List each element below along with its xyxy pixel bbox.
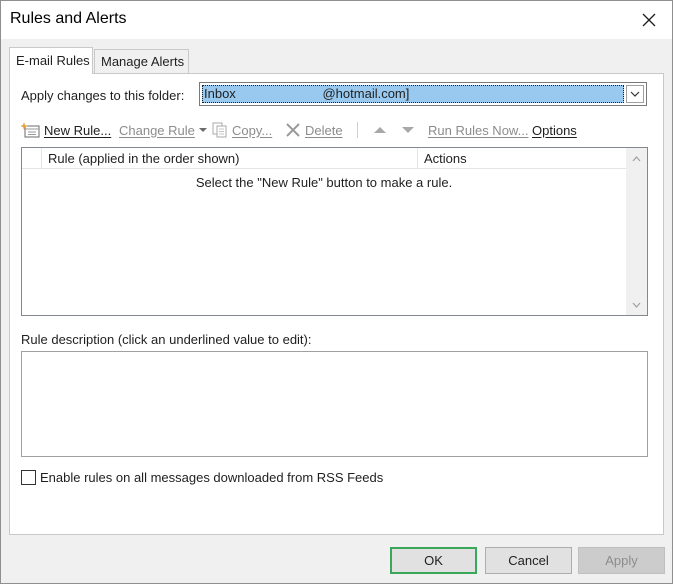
folder-dropdown-button[interactable] (626, 85, 644, 103)
change-rule-label: Change Rule (119, 122, 195, 138)
window-title: Rules and Alerts (10, 10, 127, 27)
run-rules-now-label: Run Rules Now... (428, 122, 529, 138)
rules-list-header: Rule (applied in the order shown) Action… (22, 148, 626, 169)
copy-icon (212, 122, 227, 138)
chevron-down-icon (630, 91, 640, 97)
delete-button[interactable]: Delete (284, 118, 343, 142)
options-label: Options (532, 122, 577, 138)
folder-label: Apply changes to this folder: (21, 88, 185, 103)
arrow-down-icon (402, 127, 414, 133)
rss-checkbox[interactable] (21, 469, 36, 485)
column-header-rule[interactable]: Rule (applied in the order shown) (41, 148, 418, 169)
run-rules-now-button[interactable]: Run Rules Now... (428, 118, 528, 142)
folder-select[interactable]: Inbox @hotmail.com] (199, 82, 647, 106)
close-button[interactable] (626, 1, 672, 39)
column-header-actions[interactable]: Actions (418, 148, 626, 169)
new-rule-icon (21, 122, 40, 138)
email-rules-panel: Apply changes to this folder: Inbox @hot… (9, 73, 664, 535)
move-down-button[interactable] (401, 118, 418, 142)
copy-button[interactable]: Copy... (211, 118, 272, 142)
scroll-up-button[interactable] (626, 148, 647, 169)
rules-toolbar: New Rule... Change Rule Copy... Delete R… (21, 118, 656, 142)
ok-button[interactable]: OK (390, 547, 477, 574)
scroll-down-button[interactable] (626, 294, 647, 315)
rules-empty-message: Select the "New Rule" button to make a r… (195, 175, 453, 190)
new-rule-label: New Rule... (44, 122, 112, 138)
chevron-up-icon (632, 155, 641, 161)
rule-description-box[interactable] (21, 351, 648, 457)
chevron-down-icon (632, 302, 641, 308)
options-button[interactable]: Options (532, 118, 577, 142)
rss-option[interactable]: Enable rules on all messages downloaded … (21, 468, 383, 486)
caret-down-icon (198, 128, 207, 132)
rules-list-scrollbar[interactable] (626, 148, 647, 315)
rules-and-alerts-dialog: Rules and Alerts E-mail Rules Manage Ale… (0, 0, 673, 584)
rule-description-label: Rule description (click an underlined va… (21, 332, 312, 347)
close-icon (642, 13, 656, 27)
arrow-up-icon (374, 127, 386, 133)
rules-list[interactable]: Rule (applied in the order shown) Action… (21, 147, 648, 316)
cancel-button[interactable]: Cancel (485, 547, 572, 574)
apply-button[interactable]: Apply (578, 547, 665, 574)
delete-icon (286, 123, 300, 137)
folder-selected-value: Inbox @hotmail.com] (202, 85, 624, 103)
rss-label[interactable]: Enable rules on all messages downloaded … (40, 470, 383, 485)
tab-email-rules[interactable]: E-mail Rules (9, 47, 93, 74)
move-up-button[interactable] (373, 118, 390, 142)
delete-label: Delete (305, 122, 343, 138)
toolbar-separator (357, 122, 358, 138)
new-rule-button[interactable]: New Rule... (21, 118, 111, 142)
title-bar: Rules and Alerts (1, 1, 672, 39)
tab-manage-alerts[interactable]: Manage Alerts (94, 49, 189, 73)
change-rule-button[interactable]: Change Rule (119, 118, 211, 142)
copy-label: Copy... (232, 122, 273, 138)
